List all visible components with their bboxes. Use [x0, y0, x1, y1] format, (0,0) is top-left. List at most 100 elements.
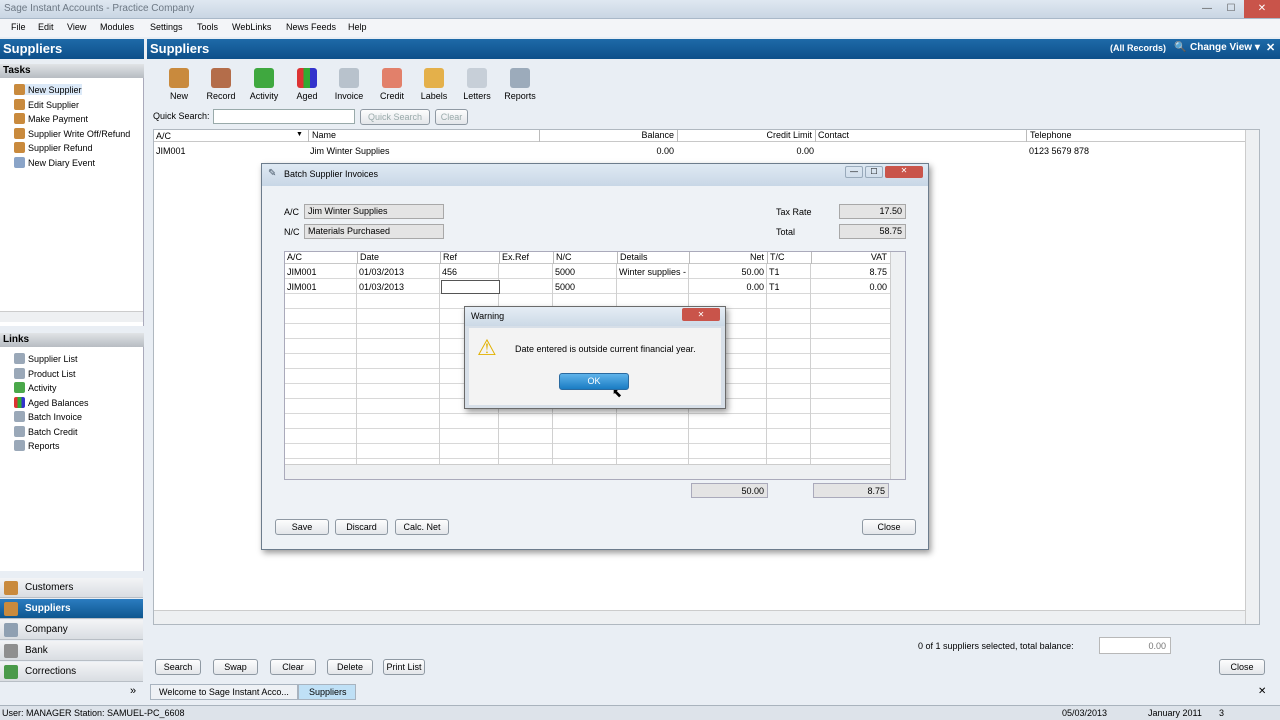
invoice-cell[interactable]: 0.00	[813, 282, 887, 292]
ref-edit-field[interactable]	[441, 280, 500, 294]
col-ac[interactable]: A/C	[156, 131, 171, 141]
quick-search-button[interactable]: Quick Search	[360, 109, 430, 125]
task-edit-supplier[interactable]: Edit Supplier	[14, 99, 79, 110]
save-button[interactable]: Save	[275, 519, 329, 535]
col-telephone[interactable]: Telephone	[1026, 130, 1072, 142]
invoice-cell[interactable]: Winter supplies -...	[619, 267, 686, 277]
col-credit-limit[interactable]: Credit Limit	[677, 130, 815, 142]
link-reports[interactable]: Reports	[14, 440, 60, 451]
task-new-diary-event[interactable]: New Diary Event	[14, 157, 95, 168]
invoice-cell[interactable]: 5000	[555, 267, 614, 277]
invoice-col-5[interactable]: Details	[617, 252, 689, 264]
discard-button[interactable]: Discard	[335, 519, 388, 535]
invoice-col-3[interactable]: Ex.Ref	[499, 252, 553, 264]
quick-search-input[interactable]	[213, 109, 355, 124]
maximize-icon[interactable]: ☐	[1220, 0, 1242, 18]
clear-button[interactable]: Clear	[270, 659, 316, 675]
toolbar-aged[interactable]: Aged	[287, 68, 327, 101]
task-make-payment[interactable]: Make Payment	[14, 113, 88, 124]
invoice-grid-vscroll[interactable]	[890, 252, 905, 479]
tasks-scrollbar[interactable]	[0, 311, 143, 322]
menu-file[interactable]: File	[11, 22, 26, 32]
invoice-cell[interactable]: 5000	[555, 282, 614, 292]
invoice-cell[interactable]: 0.00	[691, 282, 764, 292]
col-name[interactable]: Name	[308, 130, 336, 142]
invoice-cell[interactable]: 01/03/2013	[359, 267, 437, 277]
grid-hscrollbar[interactable]	[154, 610, 1245, 624]
table-row[interactable]: JIM001 Jim Winter Supplies 0.00 0.00 012…	[154, 146, 1244, 159]
all-records-filter[interactable]: (All Records)	[1110, 43, 1166, 53]
toolbar-invoice[interactable]: Invoice	[329, 68, 369, 101]
dialog-close-button[interactable]: Close	[862, 519, 916, 535]
menu-view[interactable]: View	[67, 22, 86, 32]
sort-icon[interactable]: ▼	[296, 131, 303, 138]
task-supplier-refund[interactable]: Supplier Refund	[14, 142, 93, 153]
menu-news-feeds[interactable]: News Feeds	[286, 22, 336, 32]
toolbar-new[interactable]: New	[159, 68, 199, 101]
nav-company[interactable]: Company	[0, 620, 143, 640]
nav-corrections[interactable]: Corrections	[0, 662, 143, 682]
minimize-icon[interactable]: —	[1196, 0, 1218, 18]
grid-vscrollbar[interactable]	[1245, 130, 1259, 624]
change-view-menu[interactable]: Change View ▾	[1190, 42, 1260, 53]
tab-suppliers[interactable]: Suppliers	[298, 684, 356, 700]
nav-bank[interactable]: Bank	[0, 641, 143, 661]
calc-net-button[interactable]: Calc. Net	[395, 519, 449, 535]
menu-help[interactable]: Help	[348, 22, 367, 32]
close-tab-icon[interactable]: ✕	[1258, 686, 1266, 697]
col-contact[interactable]: Contact	[815, 130, 849, 142]
clear-search-button[interactable]: Clear	[435, 109, 468, 125]
nav-suppliers[interactable]: Suppliers	[0, 599, 143, 619]
toolbar-letters[interactable]: Letters	[457, 68, 497, 101]
dialog-close-icon[interactable]: ✕	[885, 166, 923, 178]
link-batch-credit[interactable]: Batch Credit	[14, 426, 78, 437]
ac-field[interactable]: Jim Winter Supplies	[304, 204, 444, 219]
more-nav-icon[interactable]: »	[130, 685, 136, 697]
toolbar-activity[interactable]: Activity	[244, 68, 284, 101]
tab-welcome[interactable]: Welcome to Sage Instant Acco...	[150, 684, 298, 700]
close-view-icon[interactable]: ✕	[1266, 41, 1275, 54]
link-batch-invoice[interactable]: Batch Invoice	[14, 411, 82, 422]
menu-modules[interactable]: Modules	[100, 22, 134, 32]
invoice-cell[interactable]: JIM001	[287, 282, 354, 292]
dialog-maximize-icon[interactable]: ☐	[865, 166, 883, 178]
menu-weblinks[interactable]: WebLinks	[232, 22, 271, 32]
invoice-cell[interactable]: 8.75	[813, 267, 887, 277]
menu-settings[interactable]: Settings	[150, 22, 183, 32]
invoice-cell[interactable]: 456	[442, 267, 496, 277]
link-aged-balances[interactable]: Aged Balances	[14, 397, 89, 408]
print-list-button[interactable]: Print List	[383, 659, 425, 675]
invoice-col-6[interactable]: Net	[689, 252, 767, 264]
invoice-grid-hscroll[interactable]	[285, 464, 890, 479]
invoice-col-8[interactable]: VAT	[811, 252, 890, 264]
invoice-cell[interactable]: T1	[769, 267, 808, 277]
toolbar-credit[interactable]: Credit	[372, 68, 412, 101]
link-product-list[interactable]: Product List	[14, 368, 76, 379]
invoice-cell[interactable]: T1	[769, 282, 808, 292]
invoice-col-7[interactable]: T/C	[767, 252, 811, 264]
invoice-cell[interactable]: 50.00	[691, 267, 764, 277]
invoice-col-1[interactable]: Date	[357, 252, 440, 264]
invoice-col-2[interactable]: Ref	[440, 252, 499, 264]
nav-customers[interactable]: Customers	[0, 578, 143, 598]
col-balance[interactable]: Balance	[539, 130, 677, 142]
delete-button[interactable]: Delete	[327, 659, 373, 675]
link-activity[interactable]: Activity	[14, 382, 57, 393]
menu-tools[interactable]: Tools	[197, 22, 218, 32]
invoice-col-4[interactable]: N/C	[553, 252, 617, 264]
search-button[interactable]: Search	[155, 659, 201, 675]
invoice-col-0[interactable]: A/C	[285, 252, 357, 264]
task-new-supplier[interactable]: New Supplier	[14, 84, 82, 95]
close-window-icon[interactable]: ✕	[1244, 0, 1280, 18]
nc-field[interactable]: Materials Purchased	[304, 224, 444, 239]
invoice-cell[interactable]: JIM001	[287, 267, 354, 277]
close-button[interactable]: Close	[1219, 659, 1265, 675]
dialog-minimize-icon[interactable]: —	[845, 166, 863, 178]
link-supplier-list[interactable]: Supplier List	[14, 353, 78, 364]
invoice-cell[interactable]: 01/03/2013	[359, 282, 437, 292]
swap-button[interactable]: Swap	[213, 659, 258, 675]
toolbar-reports[interactable]: Reports	[500, 68, 540, 101]
menu-edit[interactable]: Edit	[38, 22, 54, 32]
toolbar-labels[interactable]: Labels	[414, 68, 454, 101]
warning-close-icon[interactable]: ✕	[682, 308, 720, 321]
